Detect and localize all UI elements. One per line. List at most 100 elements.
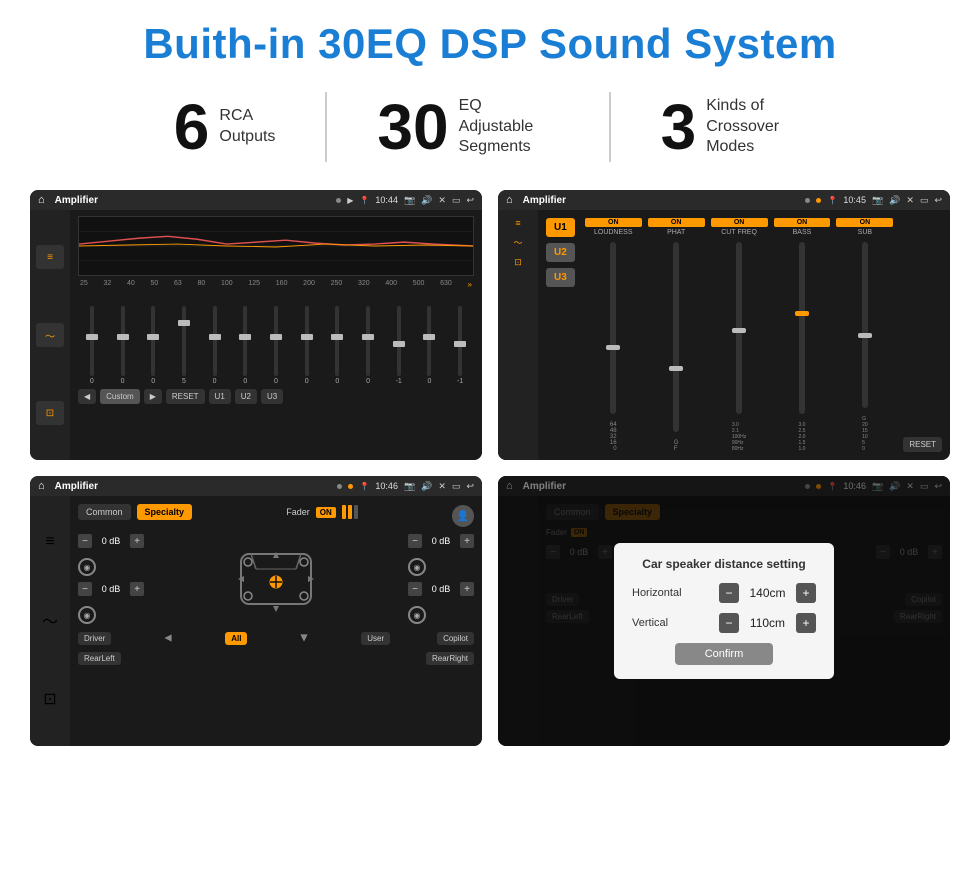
slider-handle-4[interactable] <box>178 320 190 326</box>
crossover-dot-orange <box>348 484 353 489</box>
slider-track-8[interactable] <box>305 306 309 376</box>
arrow-down[interactable] <box>294 628 314 648</box>
label-user[interactable]: User <box>361 632 390 645</box>
tab-common[interactable]: Common <box>78 504 131 520</box>
prev-btn[interactable]: ◀ <box>78 389 96 404</box>
loudness-on-btn[interactable]: ON <box>585 218 642 227</box>
home-icon: ⌂ <box>38 194 45 206</box>
slider-track-5[interactable] <box>213 306 217 376</box>
crossover-sidebar: ≡ 〜 ⊡ <box>30 496 70 746</box>
preset-u2[interactable]: U2 <box>546 243 575 262</box>
amp-icon-eq[interactable]: ≡ <box>515 218 520 228</box>
eq-graph-svg <box>79 217 473 275</box>
db-plus-tr[interactable]: + <box>460 534 474 548</box>
slider-track-7[interactable] <box>274 306 278 376</box>
db-minus-tl[interactable]: − <box>78 534 92 548</box>
cr-icon-1[interactable]: ≡ <box>45 533 54 551</box>
tab-specialty[interactable]: Specialty <box>137 504 193 520</box>
fader-label: Fader <box>286 507 310 517</box>
slider-handle-10[interactable] <box>362 334 374 340</box>
db-minus-tr[interactable]: − <box>408 534 422 548</box>
label-driver[interactable]: Driver <box>78 632 111 645</box>
amp-x-icon: ✕ <box>906 195 914 206</box>
crossover-home-icon: ⌂ <box>38 480 45 492</box>
amp-vol-icon: 🔊 <box>889 195 900 206</box>
horizontal-plus-btn[interactable]: + <box>796 583 816 603</box>
eq-icon-btn-3[interactable]: ⊡ <box>36 401 64 425</box>
preset-u1[interactable]: U1 <box>546 218 575 237</box>
slider-track-3[interactable] <box>151 306 155 376</box>
cr-icon-3[interactable]: ⊡ <box>43 689 56 709</box>
db-plus-br[interactable]: + <box>460 582 474 596</box>
sub-handle[interactable] <box>858 333 872 338</box>
fader-on-badge[interactable]: ON <box>316 507 336 518</box>
slider-track-10[interactable] <box>366 306 370 376</box>
slider-handle-3[interactable] <box>147 334 159 340</box>
label-rearright[interactable]: RearRight <box>426 652 474 665</box>
user-avatar[interactable]: 👤 <box>452 505 474 527</box>
slider-col-11: -1 <box>385 306 413 385</box>
cutfreq-on-btn[interactable]: ON <box>711 218 768 227</box>
slider-track-9[interactable] <box>335 306 339 376</box>
slider-track-4[interactable] <box>182 306 186 376</box>
dialog-title: Car speaker distance setting <box>632 557 816 571</box>
vertical-label: Vertical <box>632 617 702 629</box>
eq-icon-btn-1[interactable]: ≡ <box>36 245 64 269</box>
cr-icon-2[interactable]: 〜 <box>42 608 58 632</box>
amp-reset-btn[interactable]: RESET <box>903 437 942 452</box>
slider-handle-13[interactable] <box>454 341 466 347</box>
label-rearleft[interactable]: RearLeft <box>78 652 121 665</box>
phat-on-btn[interactable]: ON <box>648 218 705 227</box>
fader-bar-1 <box>342 505 346 519</box>
db-minus-bl[interactable]: − <box>78 582 92 596</box>
db-plus-tl[interactable]: + <box>130 534 144 548</box>
custom-btn[interactable]: Custom <box>100 389 140 404</box>
slider-track-12[interactable] <box>427 306 431 376</box>
eq-main-area: 2532405063 80100125160200 25032040050063… <box>70 210 482 460</box>
slider-handle-9[interactable] <box>331 334 343 340</box>
slider-handle-12[interactable] <box>423 334 435 340</box>
amp-icon-speaker[interactable]: ⊡ <box>514 257 522 268</box>
slider-track-11[interactable] <box>397 306 401 376</box>
amp-channels: ON LOUDNESS 644832160 ON P <box>585 218 894 452</box>
phat-handle[interactable] <box>669 366 683 371</box>
slider-handle-11[interactable] <box>393 341 405 347</box>
u2-btn[interactable]: U2 <box>235 389 257 404</box>
sub-on-btn[interactable]: ON <box>836 218 893 227</box>
slider-handle-8[interactable] <box>301 334 313 340</box>
u1-btn[interactable]: U1 <box>209 389 231 404</box>
next-btn[interactable]: ▶ <box>144 389 162 404</box>
preset-u3[interactable]: U3 <box>546 268 575 287</box>
loudness-handle[interactable] <box>606 345 620 350</box>
arrow-left[interactable] <box>158 628 178 648</box>
bass-on-btn[interactable]: ON <box>774 218 831 227</box>
stat-label-rca: RCAOutputs <box>219 106 275 148</box>
slider-handle-1[interactable] <box>86 334 98 340</box>
slider-handle-6[interactable] <box>239 334 251 340</box>
cutfreq-handle[interactable] <box>732 328 746 333</box>
slider-handle-7[interactable] <box>270 334 282 340</box>
db-plus-bl[interactable]: + <box>130 582 144 596</box>
slider-track-6[interactable] <box>243 306 247 376</box>
slider-track-1[interactable] <box>90 306 94 376</box>
bass-handle[interactable] <box>795 311 809 316</box>
eq-icon-btn-2[interactable]: 〜 <box>36 323 64 347</box>
slider-val-11: -1 <box>396 378 402 385</box>
label-all[interactable]: All <box>225 632 247 645</box>
vertical-minus-btn[interactable]: − <box>719 613 739 633</box>
slider-track-13[interactable] <box>458 306 462 376</box>
eq-status-bar: ⌂ Amplifier ▶ 📍 10:44 📷 🔊 ✕ ▭ ↩ <box>30 190 482 210</box>
horizontal-minus-btn[interactable]: − <box>719 583 739 603</box>
db-minus-br[interactable]: − <box>408 582 422 596</box>
confirm-button[interactable]: Confirm <box>675 643 774 665</box>
slider-col-6: 0 <box>231 306 259 385</box>
amp-icon-wave[interactable]: 〜 <box>513 236 522 249</box>
u3-btn[interactable]: U3 <box>261 389 283 404</box>
label-copilot[interactable]: Copilot <box>437 632 474 645</box>
slider-handle-2[interactable] <box>117 334 129 340</box>
speaker-controls: − 0 dB + ◉ − 0 dB + <box>78 534 474 624</box>
vertical-plus-btn[interactable]: + <box>796 613 816 633</box>
slider-track-2[interactable] <box>121 306 125 376</box>
reset-btn[interactable]: RESET <box>166 389 205 404</box>
slider-handle-5[interactable] <box>209 334 221 340</box>
